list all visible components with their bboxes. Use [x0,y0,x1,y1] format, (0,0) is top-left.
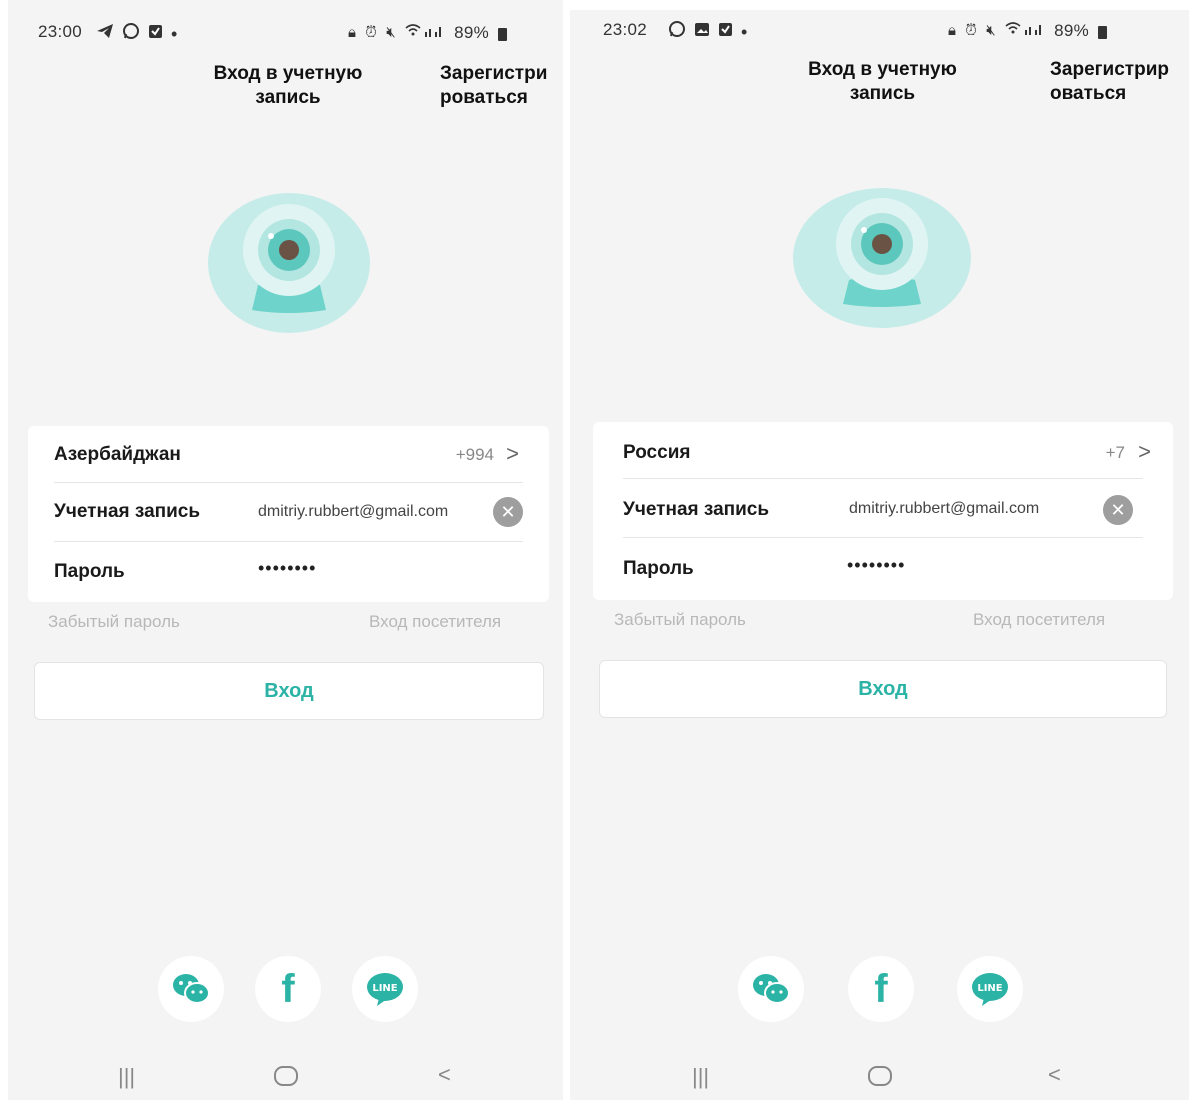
clear-icon[interactable]: ✕ [493,497,523,527]
country-selector[interactable]: Россия +7 > [593,422,1173,478]
login-form-card: Азербайджан +994 > Учетная запись dmitri… [28,426,549,602]
password-row: Пароль •••••••• [593,538,1173,596]
account-label: Учетная запись [623,499,770,520]
phone-screen-left: 23:00 • 🔒︎ ⏰︎ 🔇︎ 89% Вход в учетную запи… [8,0,563,1100]
password-input[interactable]: •••••••• [847,555,905,576]
page-title: Вход в учетную запись [213,63,363,108]
android-nav-bar: ||| < [570,1060,1189,1100]
password-label: Пароль [54,561,125,582]
svg-text:LINE: LINE [372,983,397,994]
checkbox-icon [718,22,733,43]
status-notification-icons: • [96,22,178,46]
login-button[interactable]: Вход [34,662,544,720]
status-time: 23:00 [38,22,83,41]
camera-logo [208,193,370,333]
country-name: Россия [623,442,691,463]
login-form-card: Россия +7 > Учетная запись dmitriy.rubbe… [593,422,1173,600]
login-button[interactable]: Вход [599,660,1167,718]
battery-percent: 89% [1054,21,1089,40]
register-link[interactable]: Зарегистрироваться [1050,58,1180,106]
chevron-right-icon: > [1138,439,1151,464]
account-input[interactable]: dmitriy.rubbert@gmail.com [849,500,1039,518]
status-time: 23:02 [603,20,648,39]
svg-text:LINE: LINE [977,983,1002,994]
guest-login-link[interactable]: Вход посетителя [973,610,1105,630]
battery-percent: 89% [454,23,489,42]
clear-icon[interactable]: ✕ [1103,495,1133,525]
lock-icon: 🔒︎ [948,22,957,39]
wifi-signal-icon [405,22,445,44]
status-dot: • [741,22,748,42]
alarm-icon: ⏰︎ [365,24,378,41]
line-login-button[interactable]: LINE [957,956,1023,1022]
battery-icon [498,27,507,41]
recent-apps-icon[interactable]: ||| [118,1064,135,1090]
status-system-icons: 🔒︎ ⏰︎ 🔇︎ 89% [948,20,1107,42]
page-title: Вход в учетную запись [808,59,957,104]
checkbox-icon [148,24,163,45]
whatsapp-icon [122,22,140,46]
status-dot: • [171,24,178,44]
alarm-icon: ⏰︎ [965,22,978,39]
chevron-right-icon: > [506,441,519,466]
country-code: +7 [1105,443,1125,462]
password-input[interactable]: •••••••• [258,558,316,579]
country-name: Азербайджан [54,444,181,465]
mute-icon: 🔇︎ [386,24,397,41]
guest-login-link[interactable]: Вход посетителя [369,612,501,632]
telegram-icon [96,23,114,45]
register-link[interactable]: Зарегистрироваться [440,62,558,110]
lock-icon: 🔒︎ [348,24,357,41]
account-input[interactable]: dmitriy.rubbert@gmail.com [258,503,448,521]
wifi-signal-icon [1005,20,1045,42]
status-bar: 23:00 • 🔒︎ ⏰︎ 🔇︎ 89% [8,18,563,46]
password-label: Пароль [623,558,694,579]
status-notification-icons: • [668,20,748,44]
password-row: Пароль •••••••• [28,542,549,600]
home-icon[interactable] [868,1066,892,1092]
line-login-button[interactable]: LINE [352,956,418,1022]
forgot-password-link[interactable]: Забытый пароль [48,612,180,632]
facebook-login-button[interactable]: f [255,956,321,1022]
line-icon: LINE [367,973,403,1006]
image-icon [694,22,710,43]
country-selector[interactable]: Азербайджан +994 > [28,426,549,482]
recent-apps-icon[interactable]: ||| [692,1064,709,1090]
wechat-icon [753,974,790,1004]
whatsapp-icon [668,20,686,44]
mute-icon: 🔇︎ [986,22,997,39]
camera-logo [793,188,971,328]
back-icon[interactable]: < [438,1062,451,1088]
account-label: Учетная запись [54,501,201,522]
status-bar: 23:02 • 🔒︎ ⏰︎ 🔇︎ 89% [570,16,1189,44]
android-nav-bar: ||| < [8,1060,563,1100]
country-code: +994 [455,445,494,464]
facebook-login-button[interactable]: f [848,956,914,1022]
facebook-icon: f [874,967,888,1011]
wechat-icon [173,974,210,1004]
forgot-password-link[interactable]: Забытый пароль [614,610,746,630]
battery-icon [1098,25,1107,39]
line-icon: LINE [972,973,1008,1006]
back-icon[interactable]: < [1048,1062,1061,1088]
wechat-login-button[interactable] [158,956,224,1022]
home-icon[interactable] [274,1066,298,1092]
status-system-icons: 🔒︎ ⏰︎ 🔇︎ 89% [348,22,507,44]
wechat-login-button[interactable] [738,956,804,1022]
phone-screen-right: 23:02 • 🔒︎ ⏰︎ 🔇︎ 89% Вход в учетную запи… [570,10,1189,1100]
account-row: Учетная запись dmitriy.rubbert@gmail.com… [593,479,1173,537]
facebook-icon: f [281,967,295,1011]
account-row: Учетная запись dmitriy.rubbert@gmail.com… [28,483,549,541]
